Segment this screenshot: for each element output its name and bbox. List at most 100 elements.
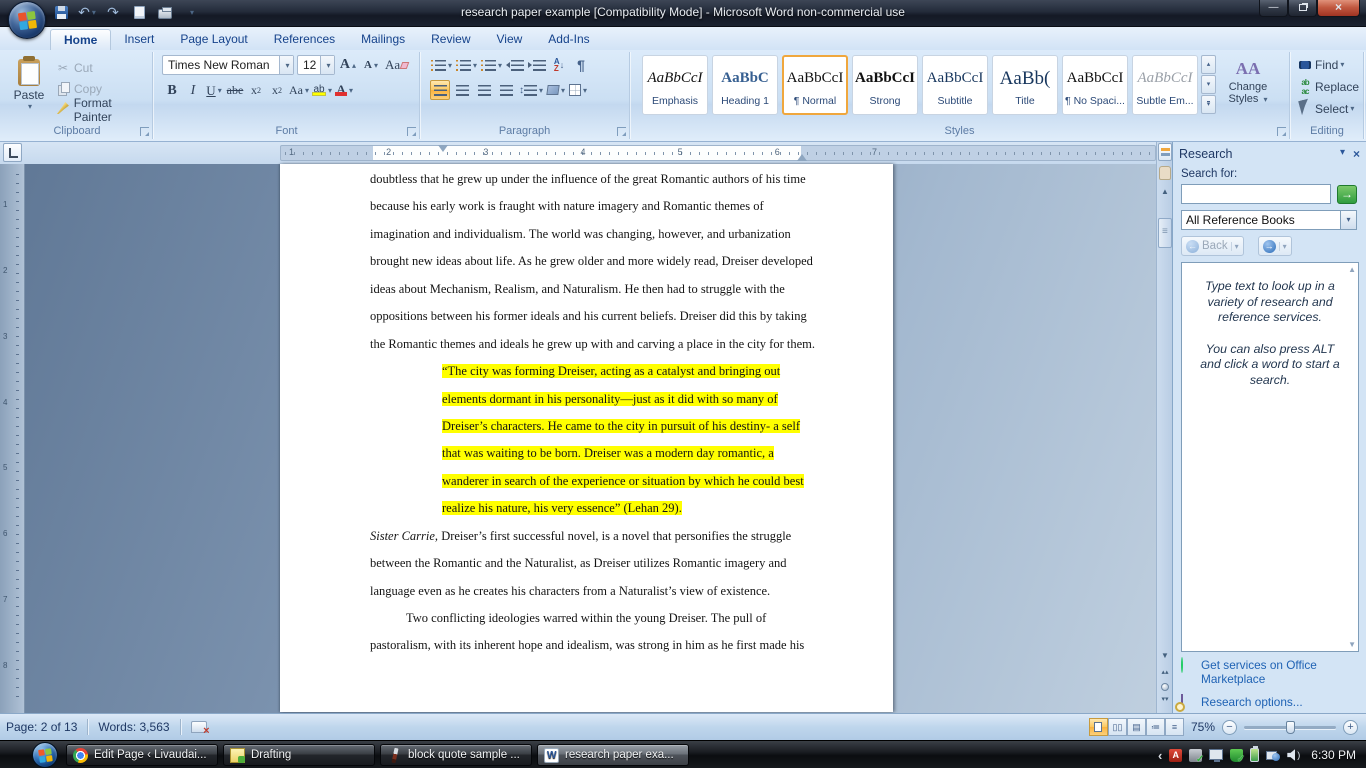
ribbon-tab[interactable]: Review bbox=[418, 29, 483, 50]
pane-menu-caret-icon[interactable]: ▾ bbox=[1340, 147, 1345, 161]
results-scroll-down-icon[interactable]: ▼ bbox=[1348, 640, 1356, 649]
bold-button[interactable]: B bbox=[162, 80, 182, 101]
speaker-icon[interactable] bbox=[1287, 749, 1296, 761]
vertical-scrollbar[interactable]: ▲ ▼ ▴▴ ▾▾ bbox=[1156, 142, 1172, 713]
taskbar-button[interactable]: research paper exa... bbox=[537, 744, 689, 766]
redo-button[interactable]: ↷ bbox=[104, 3, 122, 21]
previous-page-button[interactable]: ▴▴ bbox=[1157, 669, 1173, 683]
research-options-link[interactable]: Research options... bbox=[1181, 694, 1361, 710]
font-dialog-launcher[interactable] bbox=[407, 127, 416, 136]
research-search-input[interactable] bbox=[1181, 184, 1331, 204]
superscript-button[interactable]: x2 bbox=[267, 80, 287, 101]
font-color-button[interactable]: A ▾ bbox=[334, 80, 354, 101]
usb-device-icon[interactable] bbox=[1189, 748, 1204, 765]
show-hidden-icons-button[interactable]: ‹ bbox=[1158, 748, 1162, 763]
style-card[interactable]: AaBb( Title bbox=[992, 55, 1058, 115]
strikethrough-button[interactable]: abe bbox=[225, 80, 245, 101]
zoom-in-button[interactable]: + bbox=[1343, 719, 1358, 735]
font-family-combo[interactable]: Times New Roman ▾ bbox=[162, 55, 294, 75]
increase-indent-button[interactable] bbox=[527, 55, 547, 75]
clear-formatting-button[interactable]: Aa bbox=[384, 55, 410, 75]
line-spacing-button[interactable]: ↕ ▾ bbox=[518, 80, 544, 100]
show-hide-paragraph-button[interactable]: ¶ bbox=[571, 55, 591, 75]
zoom-slider-thumb[interactable] bbox=[1286, 720, 1295, 734]
borders-button[interactable]: ▾ bbox=[568, 80, 588, 100]
italic-button[interactable]: I bbox=[183, 80, 203, 101]
decrease-indent-button[interactable] bbox=[505, 55, 525, 75]
draft-view-button[interactable]: ≡ bbox=[1164, 718, 1184, 736]
clipboard-dialog-launcher[interactable] bbox=[140, 127, 149, 136]
start-button[interactable] bbox=[32, 742, 58, 768]
multilevel-list-button[interactable]: ▾ bbox=[480, 55, 503, 75]
restore-button[interactable] bbox=[1288, 0, 1317, 17]
close-button[interactable]: × bbox=[1317, 0, 1360, 17]
change-case-button[interactable]: Aa ▾ bbox=[288, 80, 310, 101]
numbering-button[interactable]: ▾ bbox=[455, 55, 478, 75]
style-card[interactable]: AaBbCcI Subtitle bbox=[922, 55, 988, 115]
style-card[interactable]: AaBbCcI ¶ No Spaci... bbox=[1062, 55, 1128, 115]
results-scroll-up-icon[interactable]: ▲ bbox=[1348, 265, 1356, 274]
save-button[interactable] bbox=[52, 3, 70, 21]
pane-close-icon[interactable]: × bbox=[1353, 147, 1360, 161]
word-count[interactable]: Words: 3,563 bbox=[98, 720, 169, 734]
change-styles-button[interactable]: AA Change Styles ▾ bbox=[1220, 55, 1276, 105]
styles-scroll-up-button[interactable]: ▴ bbox=[1201, 55, 1216, 74]
scrollbar-thumb[interactable] bbox=[1158, 218, 1172, 248]
full-screen-reading-view-button[interactable]: ▯▯ bbox=[1107, 718, 1127, 736]
scroll-down-button[interactable]: ▼ bbox=[1157, 648, 1173, 664]
subscript-button[interactable]: x2 bbox=[246, 80, 266, 101]
underline-button[interactable]: U ▾ bbox=[204, 80, 224, 101]
undo-button[interactable]: ↶ ▾ bbox=[78, 3, 96, 21]
zoom-slider[interactable] bbox=[1244, 720, 1336, 734]
shrink-font-button[interactable]: A ▾ bbox=[361, 55, 381, 75]
scroll-up-button[interactable]: ▲ bbox=[1157, 184, 1173, 200]
customize-qat-button[interactable]: ▾ bbox=[182, 3, 200, 21]
battery-icon[interactable] bbox=[1250, 746, 1260, 762]
bullets-button[interactable]: ▾ bbox=[430, 55, 453, 75]
next-page-button[interactable]: ▾▾ bbox=[1157, 696, 1173, 710]
minimize-button[interactable]: — bbox=[1259, 0, 1288, 17]
zoom-level[interactable]: 75% bbox=[1191, 720, 1215, 734]
styles-more-button[interactable]: ▾ bbox=[1201, 95, 1216, 114]
justify-button[interactable] bbox=[496, 80, 516, 100]
sort-button[interactable]: A Z ↓ bbox=[549, 55, 569, 75]
select-button[interactable]: Select ▾ bbox=[1297, 98, 1363, 118]
ribbon-tab[interactable]: Home bbox=[50, 29, 112, 50]
cut-button[interactable]: ✂ Cut bbox=[54, 57, 152, 78]
styles-scroll-down-button[interactable]: ▾ bbox=[1201, 75, 1216, 94]
ribbon-tab[interactable]: View bbox=[484, 29, 536, 50]
view-ruler-toggle-button[interactable] bbox=[1158, 143, 1172, 161]
document-page[interactable]: doubtless that he grew up under the infl… bbox=[280, 164, 893, 712]
forward-button[interactable]: → ▾ bbox=[1257, 236, 1292, 256]
print-layout-view-button[interactable] bbox=[1088, 718, 1108, 736]
taskbar-button[interactable]: Edit Page ‹ Livaudai... bbox=[66, 744, 218, 766]
paragraph-dialog-launcher[interactable] bbox=[617, 127, 626, 136]
ribbon-tab[interactable]: Add-Ins bbox=[535, 29, 602, 50]
security-status-icon[interactable] bbox=[1230, 748, 1245, 765]
style-card[interactable]: AaBbCcI ¶ Normal bbox=[782, 55, 848, 115]
style-card[interactable]: AaBbCcI Subtle Em... bbox=[1132, 55, 1198, 115]
grow-font-button[interactable]: A ▴ bbox=[338, 55, 358, 75]
pan-hand-icon[interactable] bbox=[1159, 166, 1171, 180]
print-preview-button[interactable] bbox=[130, 3, 148, 21]
back-button[interactable]: ← Back ▾ bbox=[1181, 236, 1244, 256]
display-settings-icon[interactable] bbox=[1209, 748, 1224, 762]
adobe-tray-icon[interactable]: A bbox=[1169, 748, 1183, 762]
start-search-button[interactable]: → bbox=[1337, 185, 1357, 204]
reference-source-dropdown[interactable]: All Reference Books ▾ bbox=[1181, 210, 1357, 230]
vertical-ruler[interactable]: 12345678 bbox=[0, 164, 25, 713]
outline-view-button[interactable]: ≔ bbox=[1145, 718, 1165, 736]
horizontal-ruler[interactable]: 1234567 bbox=[280, 145, 1156, 161]
ribbon-tab[interactable]: Mailings bbox=[348, 29, 418, 50]
find-button[interactable]: Find ▾ bbox=[1297, 55, 1363, 74]
taskbar-button[interactable]: Drafting bbox=[223, 744, 375, 766]
styles-dialog-launcher[interactable] bbox=[1277, 127, 1286, 136]
proofing-errors-icon[interactable] bbox=[190, 721, 210, 737]
style-card[interactable]: AaBbCcI Emphasis bbox=[642, 55, 708, 115]
shading-button[interactable]: ▾ bbox=[546, 80, 566, 100]
taskbar-button[interactable]: block quote sample ... bbox=[380, 744, 532, 766]
align-right-button[interactable] bbox=[474, 80, 494, 100]
ribbon-tab[interactable]: References bbox=[261, 29, 348, 50]
office-button[interactable] bbox=[8, 1, 46, 39]
paste-button[interactable]: Paste ▾ bbox=[8, 56, 50, 120]
